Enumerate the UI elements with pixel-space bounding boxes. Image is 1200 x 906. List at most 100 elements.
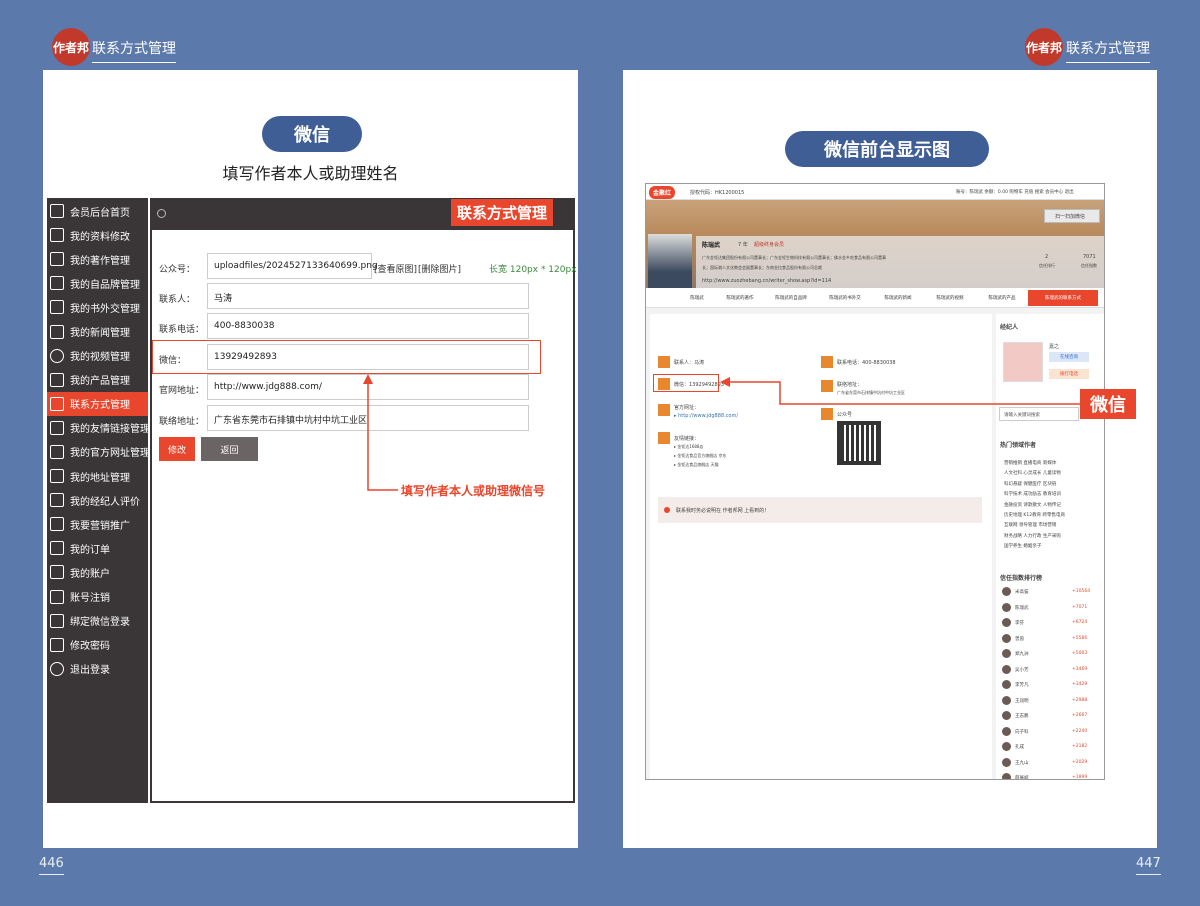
rank-score: +2988 bbox=[1072, 697, 1088, 703]
rank-name[interactable]: 陈瑞武 bbox=[1015, 605, 1029, 611]
rank-name[interactable]: 李芬 bbox=[1015, 620, 1024, 626]
sidebar-item[interactable]: 我的官方网址管理 bbox=[47, 440, 150, 464]
front-wechat-highlight bbox=[653, 374, 719, 392]
author-name: 陈瑞武 bbox=[702, 242, 721, 249]
sidebar-item[interactable]: 我的订单 bbox=[47, 536, 148, 560]
sidebar-item-label: 我的订单 bbox=[70, 544, 110, 556]
sidebar-item[interactable]: 我的资料修改 bbox=[47, 223, 148, 247]
front-nav-tab[interactable]: 陈瑞武的书外交 bbox=[818, 290, 872, 306]
edit-icon bbox=[50, 589, 64, 604]
hand-icon bbox=[50, 469, 64, 484]
friend-link-2[interactable]: ▸ 金钜达食品官方旗舰店 京东 bbox=[674, 453, 727, 459]
sidebar-item[interactable]: 账号注销 bbox=[47, 585, 148, 609]
person-icon bbox=[658, 356, 670, 368]
edit-icon bbox=[50, 613, 64, 628]
sidebar-item[interactable]: 我的地址管理 bbox=[47, 464, 148, 488]
sidebar-item[interactable]: 我的视频管理 bbox=[47, 344, 148, 368]
search-input[interactable]: 请输入关键词搜索 bbox=[999, 407, 1079, 421]
rank-name[interactable]: 曾茵 bbox=[1015, 636, 1024, 642]
sidebar-item[interactable]: 我的友情链接管理 bbox=[47, 416, 150, 440]
wechat-callout: 微信 bbox=[1080, 389, 1136, 419]
hot-authors-row[interactable]: 金融投资 诗歌散文 人物传记 bbox=[1004, 502, 1061, 508]
phone-input[interactable]: 400-8830038 bbox=[207, 313, 529, 339]
rank-score: +2667 bbox=[1072, 713, 1088, 718]
page-number-left: 446 bbox=[39, 856, 64, 875]
front-nav-tab[interactable]: 陈瑞武的自品牌 bbox=[764, 290, 818, 306]
back-button[interactable]: 返回 bbox=[201, 437, 258, 461]
user-icon bbox=[50, 661, 64, 676]
sidebar-item[interactable]: 我的著作管理 bbox=[47, 247, 148, 271]
sidebar-item[interactable]: 会员后台首页 bbox=[47, 199, 148, 223]
avatar bbox=[1002, 633, 1011, 643]
stat-index-label: 信任指数 bbox=[1081, 263, 1097, 268]
hot-authors-row[interactable]: 科幻悬疑 保健医疗 区块链 bbox=[1004, 481, 1056, 487]
contact-site[interactable]: ▸ http://www.jdg888.com/ bbox=[674, 413, 738, 419]
topbar-links[interactable]: 账号：陈瑞武 余额：0.00 购物车 充值 搜索 会员中心 退出 bbox=[956, 189, 1074, 195]
rank-score: +10564 bbox=[1072, 589, 1091, 594]
front-pill: 微信前台显示图 bbox=[785, 131, 989, 167]
hot-authors-row[interactable]: 互联网 领导管理 市场营销 bbox=[1004, 522, 1056, 528]
contact-input[interactable]: 马涛 bbox=[207, 283, 529, 309]
bio-line-1: 广东金钜达集团股份有限公司董事长；广东金钜生物科技有限公司董事长；佛水金乡吃食品… bbox=[702, 255, 886, 260]
profile-url[interactable]: http://www.zuozhebang.cn/writer_show.asp… bbox=[702, 278, 831, 284]
consult-button[interactable]: 在线咨询 bbox=[1049, 352, 1089, 362]
front-nav-tab[interactable]: 陈瑞武 bbox=[678, 290, 716, 306]
rank-name[interactable]: 薛展斌 bbox=[1015, 775, 1029, 779]
rank-name[interactable]: 吴小芳 bbox=[1015, 667, 1029, 673]
friend-link-3[interactable]: ▸ 金钜达食品旗舰店 天猫 bbox=[674, 462, 719, 468]
front-screenshot: 金聚红 授权代码：HK1200015 账号：陈瑞武 余额：0.00 购物车 充值… bbox=[645, 183, 1105, 780]
rank-name[interactable]: 郑九洲 bbox=[1015, 651, 1029, 657]
avatar bbox=[1002, 757, 1011, 767]
delete-image-link[interactable]: [删除图片] bbox=[418, 262, 461, 275]
hot-authors-title: 热门领域作者 bbox=[1000, 442, 1037, 449]
view-image-link[interactable]: [查看原图] bbox=[374, 262, 417, 275]
size-hint: 长宽 120px * 120px bbox=[489, 265, 577, 275]
hot-authors-row[interactable]: 营销推销 直播电商 新媒体 bbox=[1004, 460, 1056, 466]
submit-button[interactable]: 修改 bbox=[159, 437, 195, 461]
agent-title: 经纪人 bbox=[1000, 324, 1019, 331]
front-nav-tab[interactable]: 陈瑞武的产品 bbox=[976, 290, 1028, 306]
rank-name[interactable]: 孔成 bbox=[1015, 744, 1024, 750]
sidebar-item[interactable]: 我要营销推广 bbox=[47, 512, 148, 536]
section-tag: 联系方式管理 bbox=[451, 199, 554, 226]
rank-score: +7071 bbox=[1072, 604, 1088, 610]
hot-authors-row[interactable]: 财务战略 人力行政 生产采购 bbox=[1004, 533, 1061, 539]
front-nav-tab[interactable]: 陈瑞武的新闻 bbox=[872, 290, 924, 306]
hot-authors-row[interactable]: 人文社科 心灵成长 儿童读物 bbox=[1004, 470, 1061, 476]
address-label: 联络地址： bbox=[159, 417, 205, 427]
sidebar-item[interactable]: 我的书外交管理 bbox=[47, 295, 148, 319]
rank-title: 信任指数排行榜 bbox=[1000, 575, 1043, 582]
notice-text: 联系我时务必说明在 作者邦网 上看到的！ bbox=[676, 508, 770, 514]
sidebar-item[interactable]: 我的自品牌管理 bbox=[47, 271, 148, 295]
sidebar-item-label: 我要营销推广 bbox=[70, 520, 130, 532]
rank-name[interactable]: 王志鹏 bbox=[1015, 713, 1029, 719]
sidebar-item-label: 我的书外交管理 bbox=[70, 303, 140, 315]
public-account-input[interactable]: uploadfiles/2024527133640699.png bbox=[207, 253, 378, 279]
hot-authors-row[interactable]: 科学技术 成功励志 教育培训 bbox=[1004, 491, 1061, 497]
front-nav-tab[interactable]: 陈瑞武的视频 bbox=[924, 290, 976, 306]
hot-authors-row[interactable]: 国学养生 婚姻亲子 bbox=[1004, 543, 1041, 549]
front-nav-tab[interactable]: 陈瑞武的联系方式 bbox=[1028, 290, 1098, 306]
bio-line-2: 长；国际湘人文化教会会副董事长；东南金拉食品股份有限公司总裁 bbox=[702, 265, 822, 270]
sidebar-item[interactable]: 我的产品管理 bbox=[47, 368, 148, 392]
rank-name[interactable]: 王润明 bbox=[1015, 698, 1029, 704]
sidebar-item[interactable]: 退出登录 bbox=[47, 657, 148, 681]
sidebar-item[interactable]: 修改密码 bbox=[47, 633, 148, 657]
rank-name[interactable]: 向子科 bbox=[1015, 729, 1029, 735]
sidebar-item[interactable]: 联系方式管理 bbox=[47, 391, 148, 416]
hot-authors-row[interactable]: 历史地理 K12教育 跨零售电商 bbox=[1004, 512, 1065, 518]
sidebar-item[interactable]: 绑定微信登录 bbox=[47, 609, 148, 633]
friend-link-1[interactable]: ▸ 金钜达1688店 bbox=[674, 444, 703, 450]
rank-name[interactable]: 米高猫 bbox=[1015, 589, 1029, 595]
avatar bbox=[1002, 664, 1011, 674]
stat-rank-label: 信任排行 bbox=[1039, 263, 1055, 268]
avatar bbox=[1002, 695, 1011, 705]
rank-score: +2240 bbox=[1072, 728, 1088, 734]
rank-name[interactable]: 李芳凡 bbox=[1015, 682, 1029, 688]
rank-name[interactable]: 王九山 bbox=[1015, 760, 1029, 766]
sidebar-item[interactable]: 我的经纪人评价 bbox=[47, 488, 148, 512]
sidebar-item[interactable]: 我的新闻管理 bbox=[47, 319, 148, 343]
front-nav-tab[interactable]: 陈瑞武的著作 bbox=[716, 290, 764, 306]
sidebar-item[interactable]: 我的账户 bbox=[47, 560, 148, 584]
annotation-arrow bbox=[363, 374, 398, 491]
